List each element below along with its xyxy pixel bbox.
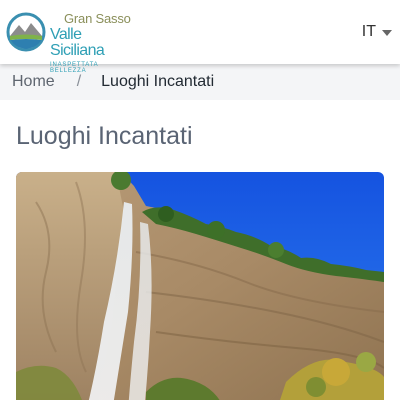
logo-line2: Valle Siciliana bbox=[50, 26, 105, 59]
site-logo[interactable]: Gran Sasso Valle Siciliana INASPETTATA B… bbox=[6, 8, 136, 74]
breadcrumb-current: Luoghi Incantati bbox=[101, 73, 215, 90]
site-header: Gran Sasso Valle Siciliana INASPETTATA B… bbox=[0, 0, 400, 74]
breadcrumb-home-link[interactable]: Home bbox=[12, 73, 55, 91]
hero-image bbox=[16, 172, 384, 400]
logo-line1: Gran Sasso bbox=[64, 11, 131, 26]
chevron-down-icon bbox=[382, 29, 392, 36]
logo-emblem-icon bbox=[6, 12, 46, 52]
breadcrumb-separator: / bbox=[76, 73, 82, 90]
logo-tagline: INASPETTATA BELLEZZA bbox=[50, 62, 99, 74]
language-label: IT bbox=[361, 23, 376, 40]
waterfall-cliff-photo bbox=[16, 172, 384, 400]
language-selector[interactable]: IT bbox=[362, 22, 392, 42]
page-title: Luoghi Incantati bbox=[16, 122, 193, 150]
